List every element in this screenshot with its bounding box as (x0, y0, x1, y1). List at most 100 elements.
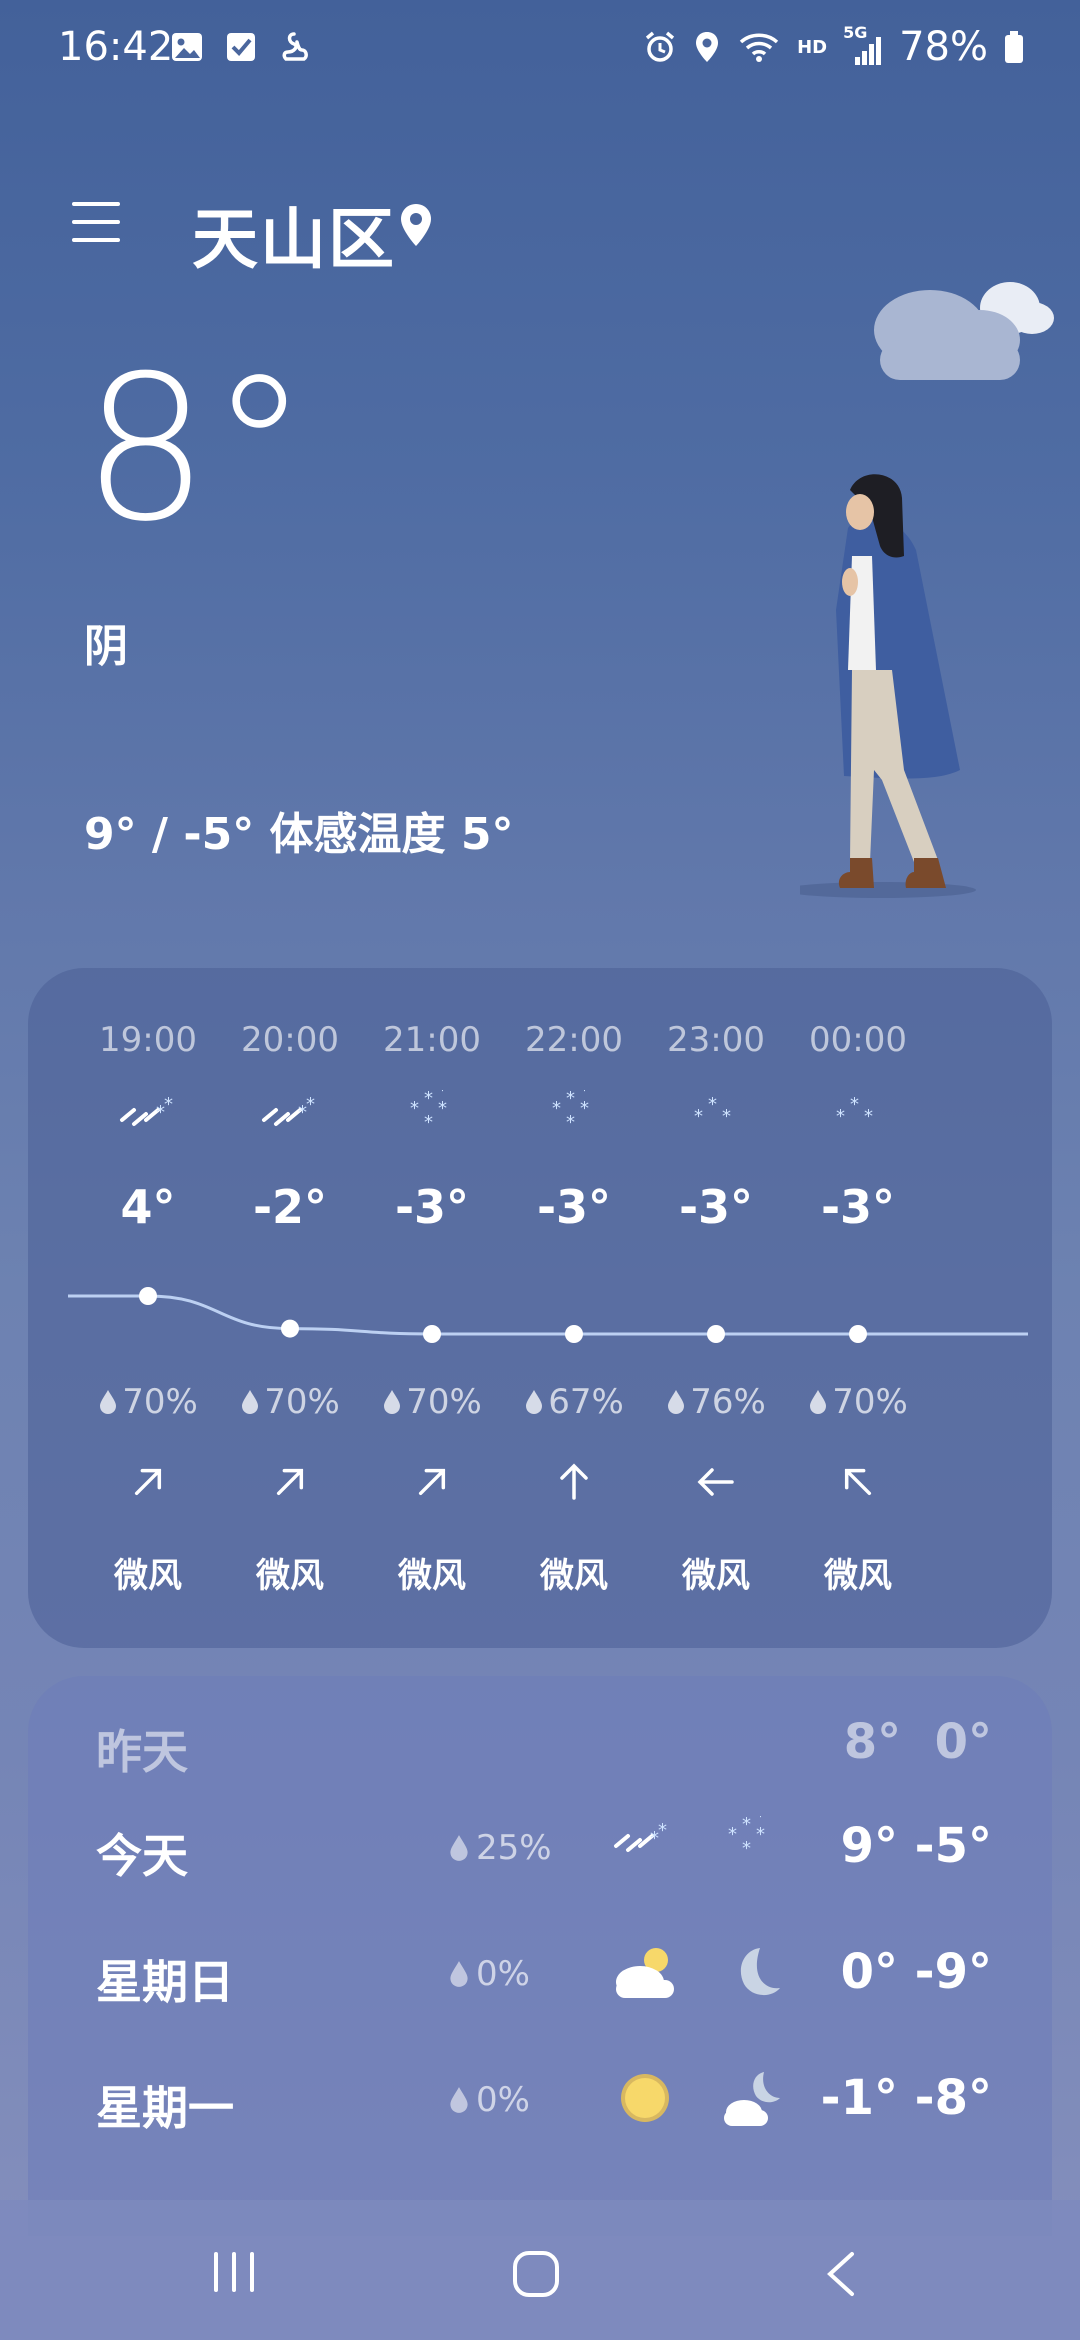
wifi-icon (739, 33, 779, 62)
wind-strength: 微风 (682, 1556, 750, 1596)
svg-text:*: * (756, 1824, 765, 1845)
hamburger-menu-icon (72, 202, 120, 242)
raindrop-icon (242, 1390, 259, 1414)
day-precipitation: 0% (448, 1954, 530, 1994)
hour-temperature: -3° (820, 1180, 896, 1234)
hour-time: 23:00 (667, 1020, 765, 1060)
svg-text:*: * (306, 1094, 315, 1115)
day-high-low: 8° 0° (843, 1714, 992, 1770)
temperature-point (849, 1325, 867, 1343)
hour-time: 20:00 (241, 1020, 339, 1060)
svg-text:*: * (694, 1106, 703, 1127)
precipitation-value: 25% (476, 1828, 552, 1868)
swan-icon (282, 32, 308, 61)
daily-row[interactable]: 今天 25% * * * * * * * 9° -5° (28, 1802, 1052, 1892)
hour-temperature: -2° (252, 1180, 328, 1234)
wind-direction-icon (697, 1468, 734, 1496)
temperature-point (281, 1319, 299, 1338)
hour-time: 21:00 (383, 1020, 481, 1060)
temperature-trend-line (68, 1287, 1028, 1343)
precipitation-value: 67% (548, 1382, 624, 1422)
svg-text:*: * (410, 1098, 419, 1119)
hour-precipitation: 76% (645, 1382, 787, 1422)
high-low-feels-like: 9° / -5° 体感温度 5° (84, 809, 514, 860)
temperature-point (139, 1287, 157, 1305)
hour-time: 00:00 (809, 1020, 907, 1060)
person-illustration (800, 474, 976, 898)
gallery-icon (172, 33, 202, 61)
day-name: 星期一 (96, 2081, 234, 2135)
moon-icon (740, 1948, 780, 1996)
home-button[interactable] (512, 2250, 560, 2298)
svg-text:*: * (836, 1106, 845, 1127)
daily-forecast-card[interactable]: 昨天 8° 0° 今天 25% * * * * * * * 9° -5° 星期日 0% 0° -9° 星期一 0… (28, 1676, 1052, 2236)
day-precipitation: 25% (448, 1828, 552, 1868)
hour-temperature: -3° (678, 1180, 754, 1234)
sleet-icon: * * (262, 1094, 315, 1126)
hour-temperature: -3° (536, 1180, 612, 1234)
hour-temperature: -3° (394, 1180, 470, 1234)
svg-text:*: * (742, 1838, 751, 1859)
precipitation-value: 0% (476, 2080, 530, 2120)
daily-row[interactable]: 星期一 0% -1° -8° (28, 2054, 1052, 2144)
temperature-point (565, 1325, 583, 1343)
svg-text:*: * (850, 1094, 859, 1115)
wind-strength: 微风 (256, 1556, 324, 1596)
wind-strength: 微风 (824, 1556, 892, 1596)
signal-group: 5G (843, 23, 883, 67)
hour-precipitation: 70% (219, 1382, 361, 1422)
day-high-low: -1° -8° (820, 2070, 992, 2126)
precipitation-value: 0% (476, 1954, 530, 1994)
light-snow-icon: *** (694, 1094, 731, 1127)
wind-direction-icon (560, 1463, 588, 1500)
svg-text:*: * (756, 1816, 765, 1827)
temperature-curve (68, 1294, 1028, 1336)
svg-text:*: * (566, 1090, 575, 1109)
hd-indicator: HD (797, 36, 828, 58)
svg-text:*: * (424, 1112, 433, 1133)
snow-icon: * **** (410, 1090, 447, 1133)
sleet-icon: * * (614, 1820, 667, 1852)
svg-text:*: * (580, 1090, 589, 1101)
weather-condition: 阴 (84, 621, 128, 672)
hour-precipitation: 67% (503, 1382, 645, 1422)
hour-precipitation: 70% (77, 1382, 219, 1422)
back-button[interactable] (824, 2250, 856, 2298)
hour-precipitation: 70% (361, 1382, 503, 1422)
wind-direction-icon (844, 1468, 872, 1496)
daily-row[interactable]: 昨天 8° 0° (28, 1698, 1052, 1788)
current-temperature: 8° (82, 333, 310, 566)
svg-text:*: * (566, 1112, 575, 1133)
hour-time: 19:00 (99, 1020, 197, 1060)
daily-row[interactable]: 星期日 0% 0° -9° (28, 1928, 1052, 2018)
menu-button[interactable] (72, 200, 120, 244)
battery-icon (1005, 31, 1023, 63)
day-precipitation: 0% (448, 2080, 530, 2120)
location-name[interactable]: 天山区 (192, 186, 396, 282)
cloud-illustration (874, 282, 1054, 380)
hourly-forecast-card[interactable]: 19:00 * * 4° 70% 微风 20:00 * * -2° 70% 微风 2… (28, 968, 1052, 1648)
day-name: 昨天 (96, 1725, 188, 1779)
partly-cloudy-day-icon (616, 1948, 674, 1998)
svg-text:*: * (424, 1090, 433, 1109)
svg-text:*: * (580, 1098, 589, 1119)
day-name: 今天 (96, 1829, 188, 1883)
svg-text:*: * (552, 1098, 561, 1119)
day-high-low: 9° -5° (840, 1818, 992, 1874)
location-pin-icon (401, 204, 431, 246)
svg-text:*: * (164, 1094, 173, 1115)
hour-temperature: 4° (120, 1180, 176, 1234)
navigation-bar (0, 2200, 1080, 2340)
status-time: 16:42 (58, 24, 174, 70)
temperature-point (423, 1325, 441, 1343)
sun-icon (621, 2074, 669, 2122)
precipitation-value: 70% (832, 1382, 908, 1422)
wind-strength: 微风 (540, 1556, 608, 1596)
recent-apps-button[interactable] (210, 2250, 258, 2294)
precipitation-value: 70% (122, 1382, 198, 1422)
alarm-icon (645, 31, 675, 62)
signal-icon (855, 37, 882, 65)
svg-text:*: * (722, 1106, 731, 1127)
temperature-point (707, 1325, 725, 1343)
system-icons: HD 5G 78% (643, 23, 1024, 70)
